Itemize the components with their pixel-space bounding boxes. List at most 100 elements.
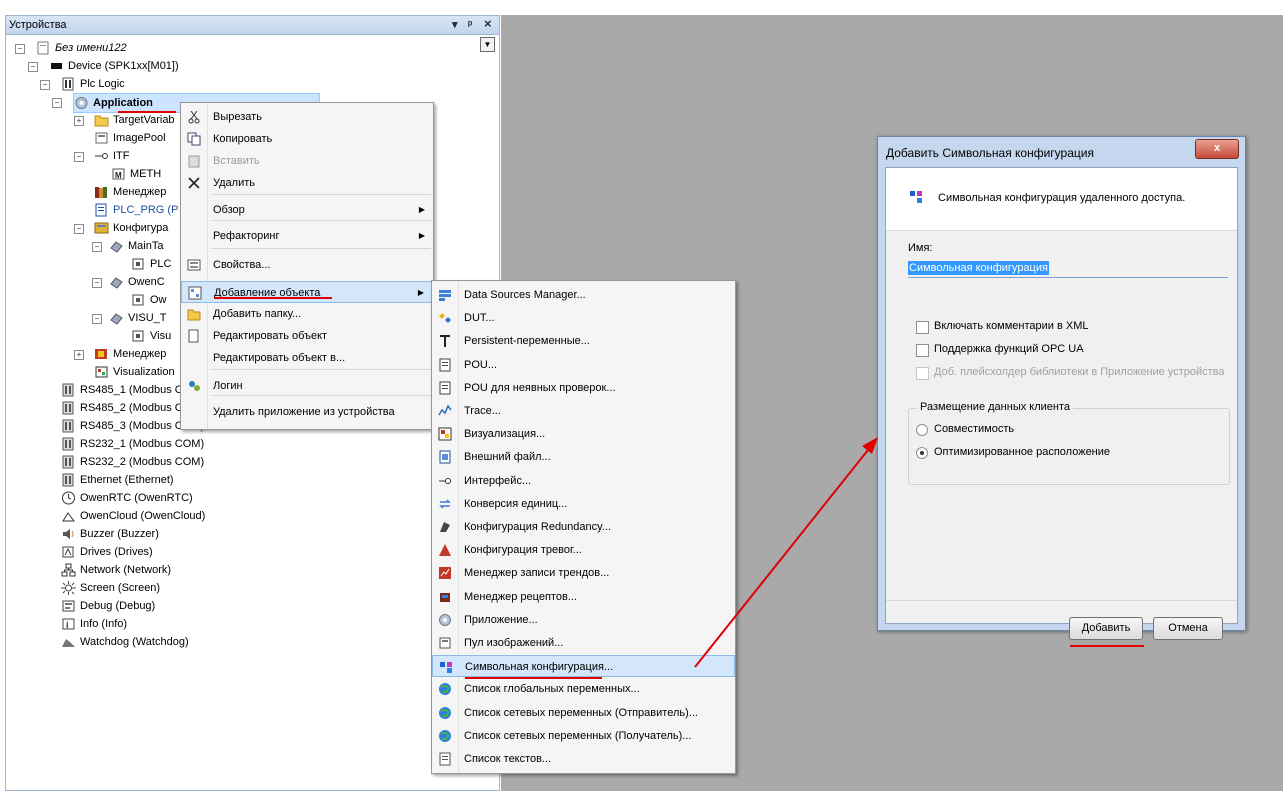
context-menu-item[interactable]: Добавление объекта ▶: [181, 281, 433, 303]
tree-item[interactable]: MainTa: [109, 237, 163, 255]
tree-item[interactable]: Без имени122: [36, 39, 127, 57]
submenu-item[interactable]: Внешний файл...: [432, 446, 735, 468]
tree-item[interactable]: ImagePool: [94, 129, 166, 147]
radio-button[interactable]: [916, 424, 928, 436]
tree-item[interactable]: ITF: [94, 147, 130, 165]
add-button[interactable]: Добавить: [1069, 617, 1143, 640]
collapse-icon[interactable]: −: [28, 62, 38, 72]
project-icon: [36, 41, 51, 55]
tree-item-label: Без имени122: [55, 42, 127, 54]
cancel-button[interactable]: Отмена: [1153, 617, 1223, 640]
menu-separator: [211, 395, 431, 396]
submenu-item[interactable]: Список сетевых переменных (Отправитель).…: [432, 702, 735, 724]
context-menu-item[interactable]: Логин: [181, 375, 433, 397]
tree-item[interactable]: VISU_T: [109, 309, 167, 327]
context-menu-item[interactable]: Редактировать объект в...: [181, 347, 433, 369]
submenu-item[interactable]: Символьная конфигурация...: [432, 655, 735, 678]
tree-item[interactable]: Менеджер: [94, 183, 166, 201]
tree-item[interactable]: Ow: [131, 291, 167, 309]
collapse-icon[interactable]: −: [40, 80, 50, 90]
submenu-item[interactable]: Конфигурация тревог...: [432, 539, 735, 561]
tree-item[interactable]: Buzzer (Buzzer): [61, 525, 159, 543]
radio-button[interactable]: [916, 447, 928, 459]
tree-item[interactable]: i Info (Info): [61, 615, 127, 633]
submenu-item[interactable]: Менеджер записи трендов...: [432, 562, 735, 584]
tree-item[interactable]: RS485_1 (Modbus C: [61, 381, 183, 399]
tree-item[interactable]: Ethernet (Ethernet): [61, 471, 174, 489]
symbol-config-icon: [910, 191, 922, 203]
submenu-item[interactable]: Data Sources Manager...: [432, 284, 735, 306]
tree-item[interactable]: Debug (Debug): [61, 597, 155, 615]
tree-item[interactable]: Watchdog (Watchdog): [61, 633, 189, 651]
tree-item[interactable]: Plc Logic: [61, 75, 125, 93]
tree-item-label: Visualization: [113, 366, 175, 378]
collapse-icon[interactable]: −: [92, 242, 102, 252]
context-menu-item[interactable]: Добавить папку...: [181, 303, 433, 325]
collapse-icon[interactable]: −: [74, 152, 84, 162]
name-field[interactable]: Символьная конфигурация: [908, 260, 1228, 278]
submenu-item[interactable]: Persistent-переменные...: [432, 330, 735, 352]
submenu-item[interactable]: Визуализация...: [432, 423, 735, 445]
tree-item[interactable]: OwenC: [109, 273, 165, 291]
tree-item[interactable]: RS232_1 (Modbus COM): [61, 435, 204, 453]
submenu-item[interactable]: Приложение...: [432, 609, 735, 631]
tree-item[interactable]: OwenRTC (OwenRTC): [61, 489, 193, 507]
tree-item[interactable]: M METH: [111, 165, 161, 183]
context-menu-item[interactable]: Обзор ▶: [181, 199, 433, 221]
tree-item[interactable]: RS232_2 (Modbus COM): [61, 453, 204, 471]
submenu-item[interactable]: Список сетевых переменных (Получатель)..…: [432, 725, 735, 747]
context-menu-item[interactable]: Удалить приложение из устройства: [181, 401, 433, 423]
context-menu-item[interactable]: Свойства...: [181, 254, 433, 276]
submenu-item[interactable]: Конверсия единиц...: [432, 493, 735, 515]
submenu-item[interactable]: Интерфейс...: [432, 470, 735, 492]
expand-icon[interactable]: +: [74, 350, 84, 360]
tree-item[interactable]: Менеджер: [94, 345, 166, 363]
submenu-item[interactable]: Конфигурация Redundancy...: [432, 516, 735, 538]
collapse-icon[interactable]: −: [15, 44, 25, 54]
radio-label: Оптимизированное расположение: [934, 446, 1111, 458]
tree-item[interactable]: PLC: [131, 255, 171, 273]
dock-icon[interactable]: ᵖ: [468, 16, 472, 34]
context-menu-item[interactable]: Редактировать объект: [181, 325, 433, 347]
submenu-item-label: Список текстов...: [464, 753, 552, 765]
submenu-item[interactable]: Пул изображений...: [432, 632, 735, 654]
application-underline: [118, 111, 176, 113]
tree-item[interactable]: Network (Network): [61, 561, 171, 579]
panel-dropdown-icon[interactable]: ▼: [480, 37, 495, 52]
tree-item-label: RS232_1 (Modbus COM): [80, 438, 205, 450]
context-menu-item[interactable]: Удалить: [181, 172, 433, 194]
dialog-close-button[interactable]: x: [1195, 139, 1239, 159]
context-menu-item[interactable]: Рефакторинг ▶: [181, 225, 433, 247]
port-icon: [61, 419, 76, 433]
tree-item[interactable]: Drives (Drives): [61, 543, 153, 561]
submenu-item[interactable]: DUT...: [432, 307, 735, 329]
collapse-icon[interactable]: −: [92, 278, 102, 288]
checkbox[interactable]: [916, 321, 929, 334]
submenu-item[interactable]: Список текстов...: [432, 748, 735, 770]
submenu-item[interactable]: Менеджер рецептов...: [432, 586, 735, 608]
tree-item[interactable]: Device (SPK1xx[M01]): [49, 57, 179, 75]
close-panel-icon[interactable]: ×: [484, 16, 492, 32]
context-menu-item[interactable]: Вырезать: [181, 106, 433, 128]
pin-icon[interactable]: ▾: [452, 16, 458, 34]
tree-item[interactable]: Visualization: [94, 363, 175, 381]
submenu-item[interactable]: Список глобальных переменных...: [432, 678, 735, 700]
collapse-icon[interactable]: −: [74, 224, 84, 234]
tree-item[interactable]: Visu: [131, 327, 171, 345]
submenu-item[interactable]: POU...: [432, 354, 735, 376]
tree-item-label: PLC: [150, 258, 172, 270]
expand-icon[interactable]: +: [74, 116, 84, 126]
context-menu-item[interactable]: Копировать: [181, 128, 433, 150]
tree-item[interactable]: OwenCloud (OwenCloud): [61, 507, 205, 525]
collapse-icon[interactable]: −: [52, 98, 62, 108]
tree-item[interactable]: Screen (Screen): [61, 579, 160, 597]
tree-item[interactable]: Конфигура: [94, 219, 168, 237]
submenu-item[interactable]: Trace...: [432, 400, 735, 422]
folder-icon: [187, 307, 201, 321]
svg-text:M: M: [115, 171, 122, 180]
checkbox[interactable]: [916, 344, 929, 357]
collapse-icon[interactable]: −: [92, 314, 102, 324]
submenu-item[interactable]: POU для неявных проверок...: [432, 377, 735, 399]
tree-item[interactable]: TargetVariab: [94, 111, 175, 129]
tree-item[interactable]: PLC_PRG (P: [94, 201, 178, 219]
